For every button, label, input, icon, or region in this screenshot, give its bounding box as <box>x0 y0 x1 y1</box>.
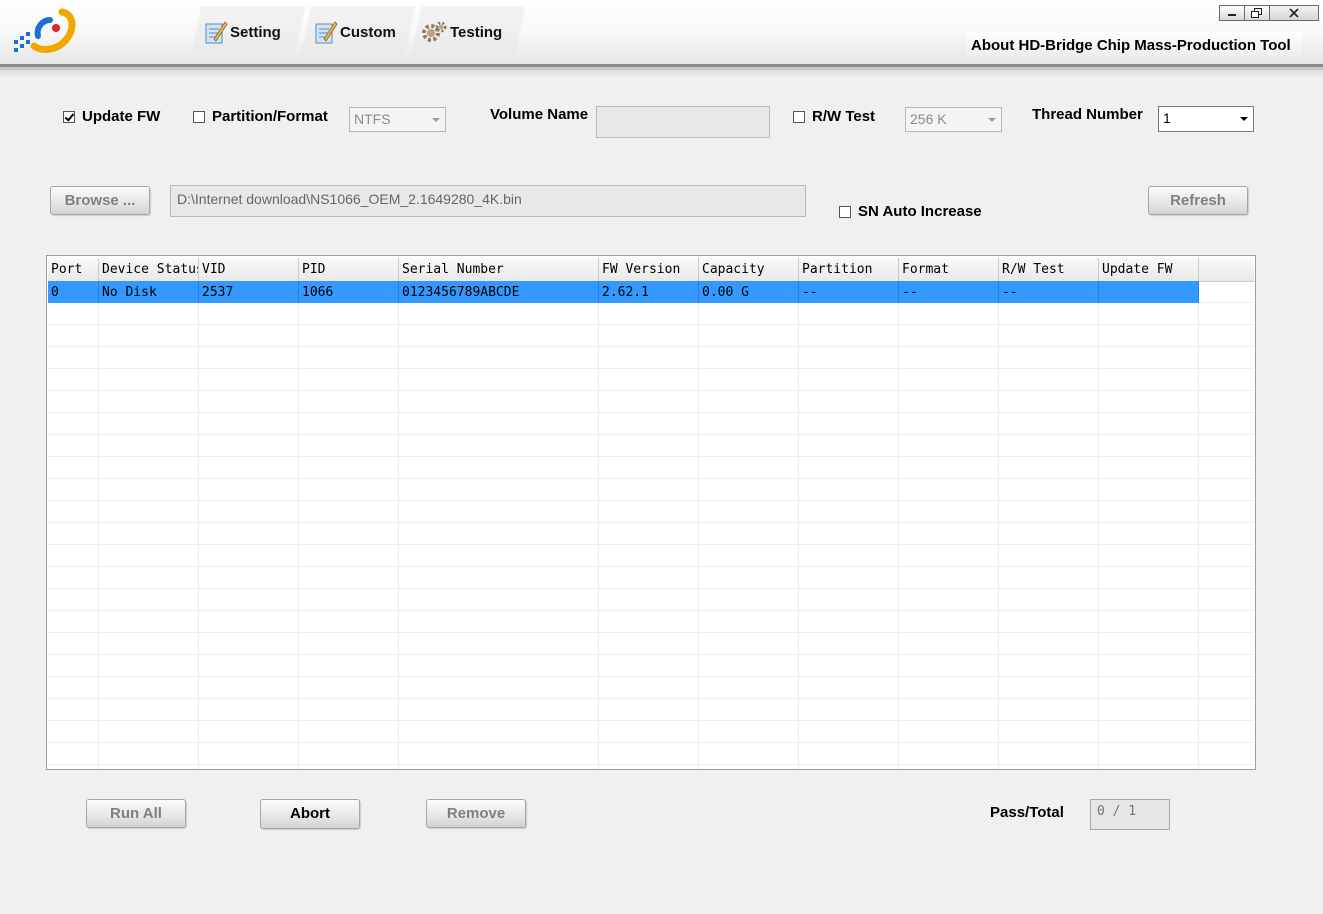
rw-test-checkbox[interactable] <box>793 111 805 123</box>
empty-row-line <box>48 501 1254 523</box>
tab-custom[interactable]: Custom <box>314 12 396 52</box>
empty-row-line <box>48 721 1254 743</box>
empty-row-line <box>48 633 1254 655</box>
thread-number-select[interactable]: 1 <box>1158 106 1254 132</box>
empty-row-line <box>48 611 1254 633</box>
column-header-capacity[interactable]: Capacity <box>699 258 799 281</box>
window-controls <box>1219 5 1319 21</box>
filesystem-select[interactable]: NTFS <box>349 107 446 132</box>
table-cell-vid: 2537 <box>199 281 299 303</box>
empty-row-line <box>48 589 1254 611</box>
empty-row-line <box>48 347 1254 369</box>
empty-row-line <box>48 655 1254 677</box>
pass-total-label: Pass/Total <box>990 804 1064 821</box>
table-cell-fw-version: 2.62.1 <box>599 281 699 303</box>
thread-number-label: Thread Number <box>1032 106 1143 123</box>
minimize-icon <box>1228 14 1236 16</box>
empty-row-line <box>48 391 1254 413</box>
app-logo <box>14 8 76 53</box>
empty-row-line <box>48 567 1254 589</box>
tab-setting-label: Setting <box>230 23 281 41</box>
empty-row-line <box>48 435 1254 457</box>
chevron-down-icon <box>1240 117 1248 121</box>
filesystem-value: NTFS <box>354 111 391 127</box>
update-fw-label: Update FW <box>82 108 161 125</box>
column-header-pid[interactable]: PID <box>299 258 399 281</box>
sn-auto-increase-checkbox[interactable] <box>839 206 851 218</box>
empty-row-line <box>48 369 1254 391</box>
gear-icon <box>422 21 447 42</box>
empty-row-line <box>48 743 1254 765</box>
empty-row-line <box>48 523 1254 545</box>
rw-test-size-value: 256 K <box>910 111 947 127</box>
empty-row-line <box>48 457 1254 479</box>
close-icon <box>1289 8 1299 18</box>
partition-format-label: Partition/Format <box>212 108 328 125</box>
column-header-partition[interactable]: Partition <box>799 258 899 281</box>
empty-row-line <box>48 325 1254 347</box>
chevron-down-icon <box>432 118 440 122</box>
column-header-vid[interactable]: VID <box>199 258 299 281</box>
column-header-fw-version[interactable]: FW Version <box>599 258 699 281</box>
restore-icon <box>1251 8 1262 18</box>
restore-button[interactable] <box>1244 5 1270 21</box>
browse-button[interactable]: Browse ... <box>50 186 150 215</box>
rw-test-size-select[interactable]: 256 K <box>905 107 1002 132</box>
header-divider-fade <box>0 70 1323 78</box>
table-row[interactable]: 0 No Disk 2537 1066 0123456789ABCDE 2.62… <box>48 281 1199 303</box>
column-header-device-status[interactable]: Device Status <box>99 258 199 281</box>
pass-total-value: 0 / 1 <box>1090 799 1170 830</box>
rw-test-label: R/W Test <box>812 108 876 125</box>
pencil-note-icon <box>205 21 228 44</box>
abort-button[interactable]: Abort <box>260 799 360 829</box>
table-header: Port Device Status VID PID Serial Number… <box>48 258 1254 282</box>
table-cell-update-fw <box>1099 281 1199 303</box>
table-cell-pid: 1066 <box>299 281 399 303</box>
table-cell-device-status: No Disk <box>99 281 199 303</box>
chevron-down-icon <box>988 118 996 122</box>
empty-row-line <box>48 303 1254 325</box>
run-all-button[interactable]: Run All <box>86 799 186 828</box>
column-header-update-fw[interactable]: Update FW <box>1099 258 1199 281</box>
partition-format-checkbox[interactable] <box>193 111 205 123</box>
refresh-button[interactable]: Refresh <box>1148 186 1248 215</box>
empty-row-line <box>48 479 1254 501</box>
thread-number-value: 1 <box>1163 110 1171 126</box>
about-button[interactable]: About HD-Bridge Chip Mass-Production Too… <box>966 32 1302 58</box>
volume-name-label: Volume Name <box>490 106 589 123</box>
tab-testing[interactable]: Testing <box>420 12 502 52</box>
empty-row-line <box>48 545 1254 567</box>
close-button[interactable] <box>1269 5 1319 21</box>
tab-testing-label: Testing <box>450 23 503 41</box>
remove-button[interactable]: Remove <box>426 799 526 828</box>
firmware-path-field[interactable]: D:\Internet download\NS1066_OEM_2.164928… <box>170 185 806 217</box>
update-fw-checkbox[interactable] <box>63 111 75 123</box>
minimize-button[interactable] <box>1219 5 1245 21</box>
device-table: Port Device Status VID PID Serial Number… <box>46 255 1256 770</box>
sn-auto-increase-label: SN Auto Increase <box>858 203 982 220</box>
table-cell-port: 0 <box>48 281 99 303</box>
column-header-port[interactable]: Port <box>48 258 99 281</box>
column-header-format[interactable]: Format <box>899 258 999 281</box>
empty-row-line <box>48 699 1254 721</box>
table-cell-format: -- <box>899 281 999 303</box>
table-cell-serial-number: 0123456789ABCDE <box>399 281 599 303</box>
table-cell-rw-test: -- <box>999 281 1099 303</box>
column-header-serial-number[interactable]: Serial Number <box>399 258 599 281</box>
volume-name-input[interactable] <box>596 106 770 138</box>
table-cell-partition: -- <box>799 281 899 303</box>
tab-setting[interactable]: Setting <box>204 12 281 52</box>
column-header-rw-test[interactable]: R/W Test <box>999 258 1099 281</box>
pencil-note-icon <box>315 21 338 44</box>
tab-custom-label: Custom <box>340 23 396 41</box>
empty-row-line <box>48 413 1254 435</box>
empty-row-line <box>48 677 1254 699</box>
table-cell-capacity: 0.00 G <box>699 281 799 303</box>
